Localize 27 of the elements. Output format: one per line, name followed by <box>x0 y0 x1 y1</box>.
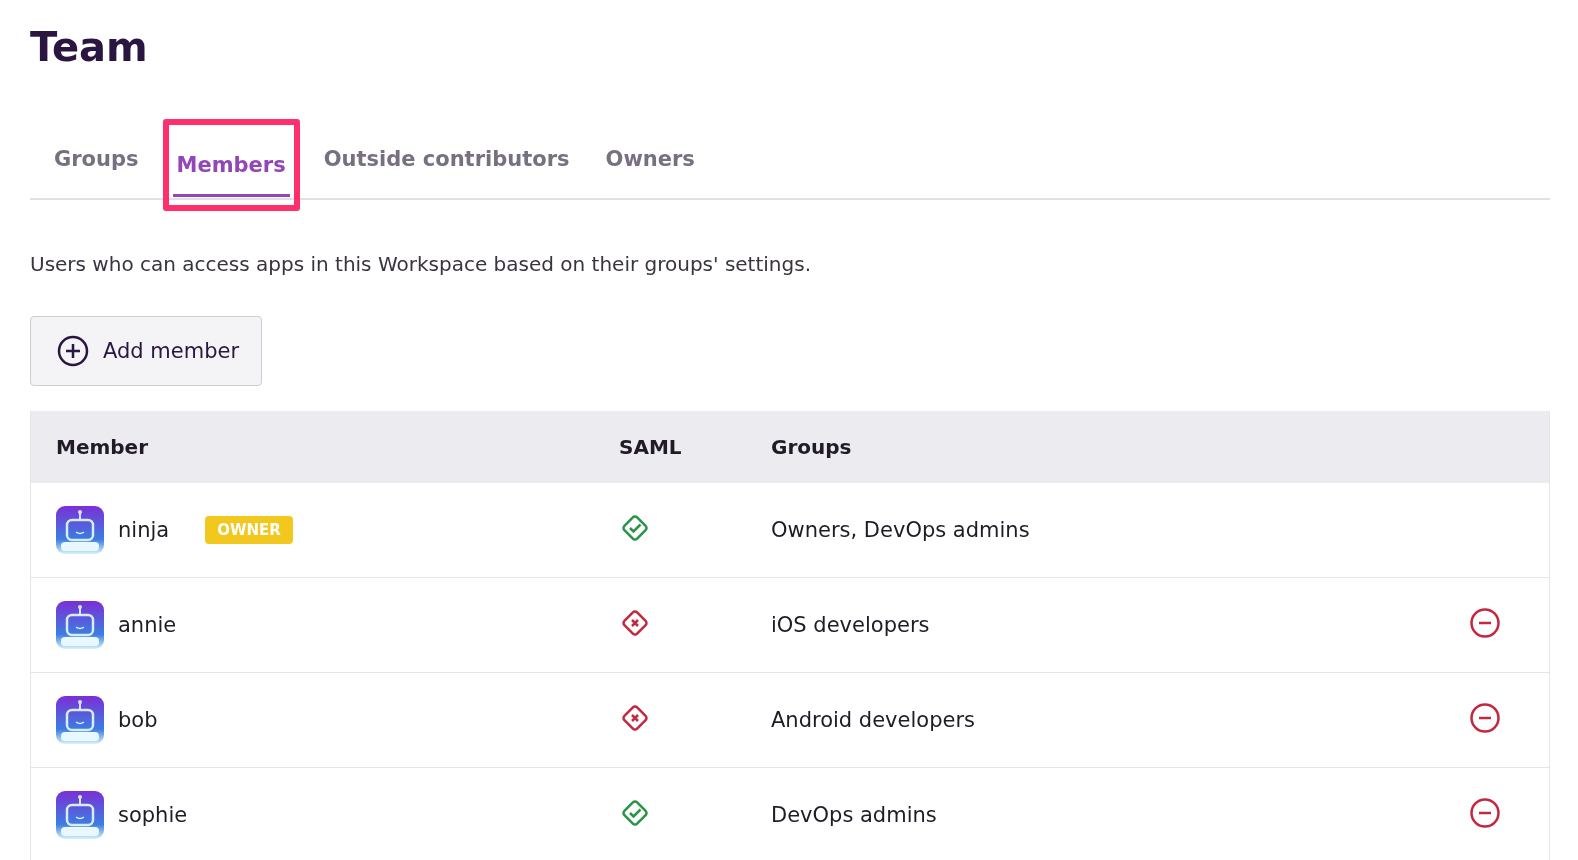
column-header: Groups <box>771 435 853 459</box>
plus-circle-icon <box>57 335 89 367</box>
robot-avatar-icon <box>56 601 104 649</box>
robot-avatar-icon <box>56 506 104 554</box>
remove-button[interactable] <box>1469 701 1501 734</box>
tab[interactable]: Members <box>162 119 300 211</box>
robot-avatar-icon <box>56 791 104 839</box>
groups-cell-text: DevOps admins <box>771 803 938 827</box>
description-text: Users who can access apps in this Workspace based on their groups' settings. <box>30 252 812 276</box>
member-name: ninja <box>118 518 170 542</box>
tab[interactable]: Outside contributors <box>311 119 582 198</box>
member-name: bob <box>118 708 158 732</box>
member-name: sophie <box>118 803 188 827</box>
groups-cell-text: Android developers <box>771 708 976 732</box>
page-title: Team <box>30 23 149 72</box>
column-header: Member <box>56 435 150 459</box>
groups-cell-text: Owners, DevOps admins <box>771 518 1031 542</box>
column-header: SAML <box>619 435 683 459</box>
groups-cell-text: iOS developers <box>771 613 931 637</box>
remove-button[interactable] <box>1469 606 1501 639</box>
owner-badge: OWNER <box>205 516 293 544</box>
robot-avatar-icon <box>56 696 104 744</box>
member-name: annie <box>118 613 177 637</box>
tab[interactable]: Owners <box>593 119 707 198</box>
tab[interactable]: Groups <box>42 119 151 198</box>
add-member-button[interactable]: Add member <box>30 316 263 386</box>
remove-button[interactable] <box>1469 796 1501 829</box>
